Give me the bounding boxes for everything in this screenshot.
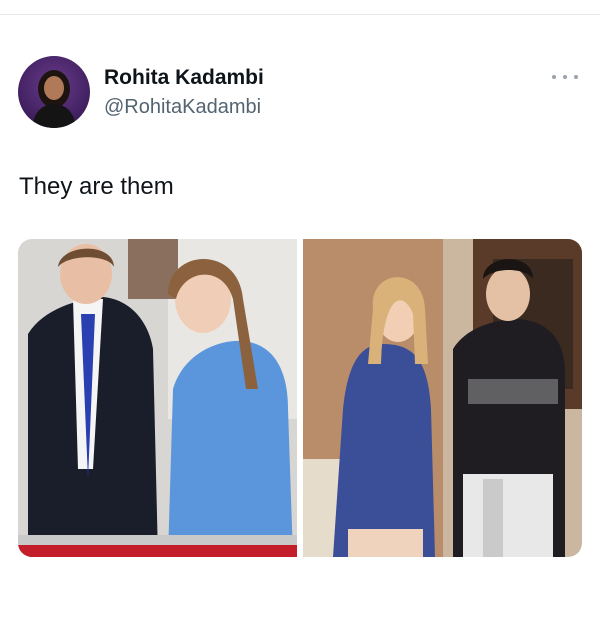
author-display-name[interactable]: Rohita Kadambi [104,66,264,90]
dot [563,75,567,79]
media-grid [18,239,582,557]
dot [552,75,556,79]
author-avatar[interactable] [18,56,90,128]
media-photo-right[interactable] [303,239,582,557]
top-divider [0,14,600,15]
photo-tv-scene-icon [303,239,582,557]
dot [574,75,578,79]
tweet-text: They are them [19,173,174,200]
avatar-photo [32,70,76,128]
media-photo-left[interactable] [18,239,297,557]
photo-children-icon [18,239,297,557]
author-handle[interactable]: @RohitaKadambi [104,96,261,119]
more-options-icon[interactable] [552,70,578,84]
